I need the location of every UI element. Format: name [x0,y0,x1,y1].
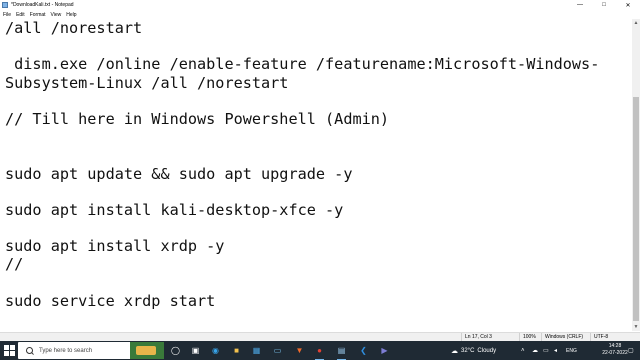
show-hidden-icons-icon[interactable]: ˄ [521,341,525,360]
mail-icon[interactable]: ▭ [271,344,284,357]
close-button[interactable]: ✕ [616,0,640,10]
clock-date: 22-07-2022 [602,350,628,356]
task-view-icon[interactable]: ◯ [169,344,182,357]
editor-line: /all /norestart [5,19,143,37]
scroll-thumb[interactable] [633,97,639,321]
file-explorer-icon[interactable]: ■ [230,344,243,357]
menu-bar: File Edit Format View Help [0,10,640,19]
editor-line: // [5,255,24,274]
status-bar: Ln 17, Col 3 100% Windows (CRLF) UTF-8 [0,332,640,341]
editor-line: dism.exe /online /enable-feature /featur… [5,55,600,74]
editor-line: sudo apt update && sudo apt upgrade -y [5,164,353,183]
windows-start-icon[interactable] [4,345,16,356]
scroll-down-arrow-icon[interactable]: ▼ [632,323,640,331]
zoom-level: 100% [519,333,536,341]
window-title: *DownloadKali.txt - Notepad [11,2,74,8]
vscode-icon[interactable]: ❮ [357,344,370,357]
weather-widget[interactable]: ☁ 32°C Cloudy [451,341,496,360]
text-editor[interactable]: /all /norestart dism.exe /online /enable… [0,19,632,331]
onedrive-icon[interactable]: ☁ [532,341,538,360]
chrome-browser-icon[interactable]: ● [313,344,326,360]
menu-file[interactable]: File [1,12,13,18]
search-placeholder: Type here to search [39,347,93,354]
scroll-up-arrow-icon[interactable]: ▲ [632,19,640,27]
search-icon [26,347,33,354]
title-bar: *DownloadKali.txt - Notepad — □ ✕ [0,0,640,10]
editor-line: sudo apt install kali-desktop-xfce -y [5,200,344,219]
maximize-button[interactable]: □ [592,0,616,10]
language-indicator[interactable]: ENG [566,341,577,360]
editor-line: sudo apt install xrdp -y [5,237,225,256]
menu-view[interactable]: View [49,12,64,18]
network-icon[interactable]: ▭ [543,341,549,360]
media-icon[interactable]: ▶ [378,344,391,357]
cloud-icon: ☁ [451,347,458,355]
window-controls: — □ ✕ [568,0,640,10]
editor-line: // Till here in Windows Powershell (Admi… [5,109,390,128]
editor-line: sudo service xrdp start [5,291,216,310]
weather-temp: 32°C [461,347,475,354]
vertical-scrollbar[interactable]: ▲ ▼ [632,19,640,331]
line-ending: Windows (CRLF) [541,333,583,341]
edge-browser-icon[interactable]: ◉ [209,344,222,357]
menu-format[interactable]: Format [28,12,48,18]
taskbar-clock[interactable]: 14:28 22-07-2022 [602,343,628,357]
menu-edit[interactable]: Edit [14,12,27,18]
menu-help[interactable]: Help [64,12,78,18]
clock-time: 14:28 [608,343,622,349]
search-highlight-image[interactable] [130,342,164,359]
volume-icon[interactable]: ◂ [554,341,557,360]
taskbar: Type here to search ◯ ▣ ◉ ■ ▦ ▭ ▼ ● ▤ ❮ … [0,341,640,360]
cursor-position: Ln 17, Col 3 [461,333,492,341]
taskbar-search-box[interactable]: Type here to search [18,342,164,359]
notepad-taskbar-icon[interactable]: ▤ [335,344,348,360]
brave-browser-icon[interactable]: ▼ [293,344,306,357]
notepad-app-icon [2,2,8,8]
encoding: UTF-8 [590,333,608,341]
minimize-button[interactable]: — [568,0,592,10]
weather-condition: Cloudy [477,347,497,354]
notifications-icon[interactable]: ▢ [628,341,634,360]
store-icon[interactable]: ▦ [250,344,263,357]
chat-icon[interactable]: ▣ [189,344,202,357]
editor-line: Subsystem-Linux /all /norestart [5,73,289,92]
